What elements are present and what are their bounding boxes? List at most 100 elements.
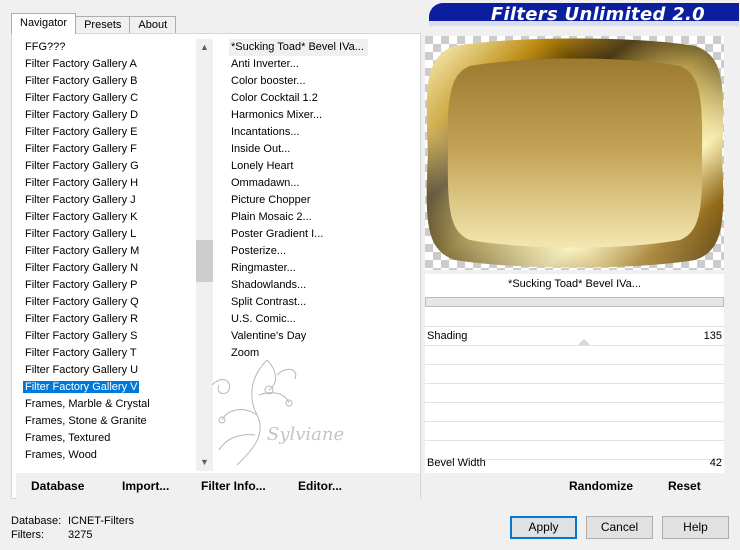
category-item-label: Frames, Textured — [25, 432, 111, 444]
filters-count-value: 3275 — [68, 529, 93, 541]
tab-about[interactable]: About — [129, 16, 177, 34]
category-item[interactable]: Filter Factory Gallery J — [11, 192, 196, 209]
tab-navigator[interactable]: Navigator — [11, 13, 77, 34]
filter-item[interactable]: Incantations... — [229, 124, 419, 141]
category-item-label: Filter Factory Gallery F — [25, 143, 137, 155]
selected-filter-name: *Sucking Toad* Bevel IVa... — [508, 278, 641, 290]
editor-button[interactable]: Editor... — [298, 479, 342, 493]
filters-count-info: Filters: 3275 — [11, 529, 92, 541]
filter-item[interactable]: Anti Inverter... — [229, 56, 419, 73]
watermark-text: Sylviane — [267, 424, 344, 445]
database-info: Database: ICNET-Filters — [11, 515, 134, 527]
category-item-label: Filter Factory Gallery J — [25, 194, 136, 206]
filter-item[interactable]: Color Cocktail 1.2 — [229, 90, 419, 107]
tab-bar: Navigator Presets About — [11, 13, 177, 34]
category-item[interactable]: Frames, Wood — [11, 447, 196, 464]
scroll-thumb[interactable] — [196, 240, 213, 282]
category-item[interactable]: Filter Factory Gallery N — [11, 260, 196, 277]
help-button[interactable]: Help — [662, 516, 729, 539]
category-item[interactable]: Filter Factory Gallery T — [11, 345, 196, 362]
filter-item[interactable]: Picture Chopper — [229, 192, 419, 209]
category-item[interactable]: Filter Factory Gallery Q — [11, 294, 196, 311]
filter-item[interactable]: Ringmaster... — [229, 260, 419, 277]
category-item[interactable]: Filter Factory Gallery L — [11, 226, 196, 243]
category-item[interactable]: Frames, Marble & Crystal — [11, 396, 196, 413]
app-title: Filters Unlimited 2.0 — [490, 4, 705, 25]
category-item[interactable]: Frames, Textured — [11, 430, 196, 447]
database-info-label: Database: — [11, 515, 62, 527]
filter-item[interactable]: U.S. Comic... — [229, 311, 419, 328]
category-item-label: Frames, Stone & Granite — [25, 415, 147, 427]
category-item-label: Filter Factory Gallery A — [25, 58, 137, 70]
category-item[interactable]: Filter Factory Gallery B — [11, 73, 196, 90]
filter-item[interactable]: Lonely Heart — [229, 158, 419, 175]
filter-item[interactable]: Harmonics Mixer... — [229, 107, 419, 124]
divider — [425, 440, 724, 441]
filter-item[interactable]: Posterize... — [229, 243, 419, 260]
filter-item[interactable]: Split Contrast... — [229, 294, 419, 311]
preview-image — [425, 36, 724, 270]
category-item[interactable]: Filter Factory Gallery U — [11, 362, 196, 379]
filter-item[interactable]: Shadowlands... — [229, 277, 419, 294]
parameters-panel: *Sucking Toad* Bevel IVa... Shading 135 … — [425, 274, 724, 499]
category-item-label: Frames, Marble & Crystal — [25, 398, 150, 410]
param-label-shading: Shading — [427, 330, 468, 342]
divider — [425, 402, 724, 403]
filter-item[interactable]: Poster Gradient I... — [229, 226, 419, 243]
database-info-value: ICNET-Filters — [68, 515, 134, 527]
filter-item[interactable]: *Sucking Toad* Bevel IVa... — [229, 39, 368, 56]
category-item-label: Filter Factory Gallery L — [25, 228, 137, 240]
category-item-label: Filter Factory Gallery E — [25, 126, 138, 138]
category-item-label: Filter Factory Gallery U — [25, 364, 139, 376]
category-item[interactable]: Filter Factory Gallery H — [11, 175, 196, 192]
import-button[interactable]: Import... — [122, 479, 169, 493]
divider — [425, 421, 724, 422]
category-item-label: Filter Factory Gallery V — [21, 380, 141, 394]
cancel-button[interactable]: Cancel — [586, 516, 653, 539]
category-item[interactable]: Filter Factory Gallery A — [11, 56, 196, 73]
filter-item[interactable]: Valentine's Day — [229, 328, 419, 345]
category-item[interactable]: Filter Factory Gallery G — [11, 158, 196, 175]
scroll-up-icon[interactable]: ▲ — [196, 39, 213, 56]
category-item-label: Filter Factory Gallery Q — [25, 296, 139, 308]
param-value-bevel-width: 42 — [709, 457, 722, 469]
category-item-label: Filter Factory Gallery N — [25, 262, 139, 274]
category-item[interactable]: Filter Factory Gallery F — [11, 141, 196, 158]
navigator-toolbar: Database Import... Filter Info... Editor… — [16, 473, 420, 499]
tab-presets[interactable]: Presets — [75, 16, 131, 34]
filter-item[interactable]: Color booster... — [229, 73, 419, 90]
category-item-label: FFG??? — [25, 41, 66, 53]
category-item-label: Filter Factory Gallery K — [25, 211, 138, 223]
divider — [425, 326, 724, 327]
filters-count-label: Filters: — [11, 529, 44, 541]
category-list[interactable]: FFG??? Filter Factory Gallery A Filter Fac… — [11, 39, 196, 471]
category-item[interactable]: Filter Factory Gallery C — [11, 90, 196, 107]
apply-button[interactable]: Apply — [510, 516, 577, 539]
filter-item[interactable]: Ommadawn... — [229, 175, 419, 192]
category-item[interactable]: Filter Factory Gallery E — [11, 124, 196, 141]
database-button[interactable]: Database — [31, 479, 84, 493]
filter-item[interactable]: Plain Mosaic 2... — [229, 209, 419, 226]
category-item-label: Filter Factory Gallery M — [25, 245, 140, 257]
category-item[interactable]: Filter Factory Gallery M — [11, 243, 196, 260]
param-label-bevel-width: Bevel Width — [427, 457, 486, 469]
category-item[interactable]: Frames, Stone & Granite — [11, 413, 196, 430]
watermark-logo: Sylviane — [207, 355, 352, 470]
category-item[interactable]: Filter Factory Gallery R — [11, 311, 196, 328]
category-item[interactable]: FFG??? — [11, 39, 196, 56]
category-item[interactable]: Filter Factory Gallery V — [11, 379, 196, 396]
category-item[interactable]: Filter Factory Gallery S — [11, 328, 196, 345]
category-item[interactable]: Filter Factory Gallery K — [11, 209, 196, 226]
category-item-label: Filter Factory Gallery H — [25, 177, 139, 189]
category-item[interactable]: Filter Factory Gallery D — [11, 107, 196, 124]
category-item-label: Filter Factory Gallery G — [25, 160, 139, 172]
randomize-button[interactable]: Randomize — [569, 479, 633, 493]
reset-button[interactable]: Reset — [668, 479, 701, 493]
filter-item[interactable]: Inside Out... — [229, 141, 419, 158]
divider — [425, 364, 724, 365]
filter-info-button[interactable]: Filter Info... — [201, 479, 266, 493]
category-item[interactable]: Filter Factory Gallery P — [11, 277, 196, 294]
parameters-toolbar: Randomize Reset — [425, 473, 724, 499]
title-banner: Filters Unlimited 2.0 — [429, 3, 739, 26]
category-item-label: Filter Factory Gallery D — [25, 109, 139, 121]
